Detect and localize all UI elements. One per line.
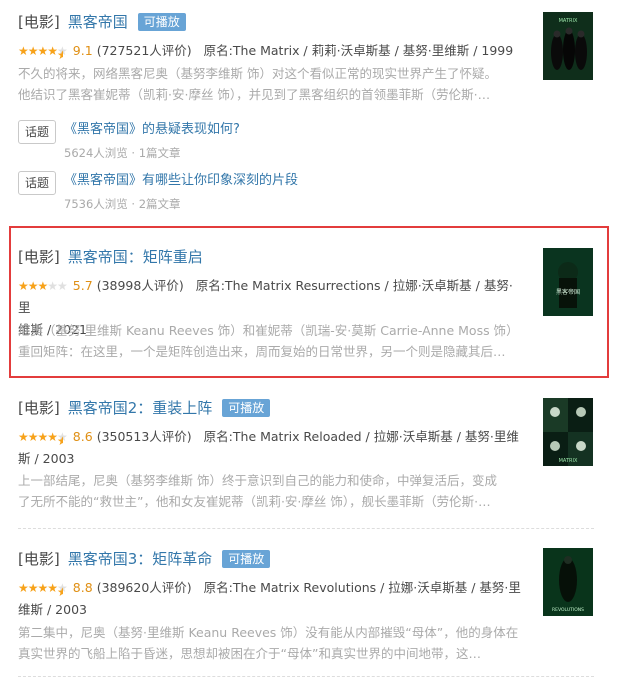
vote-count: (727521人评价) (96, 43, 192, 58)
playable-badge[interactable]: 可播放 (222, 550, 271, 568)
rating-stars: ★★★★★ ★ (18, 430, 68, 448)
movie-title-link[interactable]: 黑客帝国 (68, 13, 128, 31)
rating-score: 9.1 (72, 43, 93, 58)
original-title-info: 原名:The Matrix Reloaded / 拉娜·沃卓斯基 / 基努·里维 (203, 429, 519, 444)
category-label: [电影] (18, 399, 60, 417)
description-line: 尼奥（基努·里维斯 Keanu Reeves 饰）和崔妮蒂（凯瑞-安·莫斯 Ca… (18, 323, 519, 338)
movie-poster[interactable]: 黑客帝国 (543, 248, 593, 316)
vote-count: (389620人评价) (96, 580, 192, 595)
rating-meta: ★★★★★ ★ 9.1 (727521人评价) 原名:The Matrix / 莉莉·沃… (18, 40, 523, 62)
original-title-info-cont: 维斯 / 2003 (18, 602, 87, 617)
description-line: 真实世界的飞船上陷于昏迷，思想却被困在介于“母体”和真实世界的中间地带，这… (18, 646, 481, 661)
rating-meta: ★★★★★ ★ 8.8 (389620人评价) 原名:The Matrix Revolu… (18, 577, 523, 621)
vote-count: (350513人评价) (96, 429, 192, 444)
divider (18, 676, 594, 677)
topic-tag: 话题 (18, 171, 56, 195)
rating-score: 8.6 (72, 429, 93, 444)
topic-title-link[interactable]: 《黑客帝国》的悬疑表现如何? (64, 120, 240, 140)
topic-title-link[interactable]: 《黑客帝国》有哪些让你印象深刻的片段 (64, 171, 298, 191)
rating-stars: ★★★★★ ★ (18, 581, 68, 599)
result-title-line: [电影] 黑客帝国：矩阵重启 (18, 248, 203, 266)
category-label: [电影] (18, 13, 60, 31)
playable-badge[interactable]: 可播放 (137, 13, 186, 31)
description-line: 不久的将来，网络黑客尼奥（基努李维斯 饰）对这个看似正常的现实世界产生了怀疑。 (18, 66, 497, 81)
result-title-line: [电影] 黑客帝国2：重装上阵 可播放 (18, 399, 271, 417)
divider (18, 528, 594, 529)
movie-poster[interactable]: REVOLUTIONS (543, 548, 593, 616)
poster-text: 黑客帝国 (556, 288, 580, 296)
movie-poster[interactable]: MATRIX (543, 398, 593, 466)
rating-score: 8.8 (72, 580, 93, 595)
poster-text: MATRIX (559, 18, 578, 24)
topic-tag: 话题 (18, 120, 56, 144)
movie-description: 不久的将来，网络黑客尼奥（基努李维斯 饰）对这个看似正常的现实世界产生了怀疑。 … (18, 63, 523, 105)
poster-text: MATRIX (559, 458, 578, 464)
rating-meta: ★★★★★ ★ 8.6 (350513人评价) 原名:The Matrix Reload… (18, 426, 523, 470)
rating-stars: ★★★★★ ★ (18, 44, 68, 62)
description-line: 上一部结尾，尼奥（基努李维斯 饰）终于意识到自己的能力和使命，中弹复活后，变成 (18, 473, 497, 488)
rating-stars: ★★★★★ (18, 279, 68, 293)
movie-description: 第二集中，尼奥（基努·里维斯 Keanu Reeves 饰）没有能从内部摧毁“母… (18, 622, 523, 664)
category-label: [电影] (18, 248, 60, 266)
movie-description: 尼奥（基努·里维斯 Keanu Reeves 饰）和崔妮蒂（凯瑞-安·莫斯 Ca… (18, 320, 523, 362)
description-line: 第二集中，尼奥（基努·里维斯 Keanu Reeves 饰）没有能从内部摧毁“母… (18, 625, 519, 640)
rating-score: 5.7 (72, 278, 93, 293)
original-title-info: 原名:The Matrix Revolutions / 拉娜·沃卓斯基 / 基努… (203, 580, 521, 595)
result-title-line: [电影] 黑客帝国3：矩阵革命 可播放 (18, 550, 271, 568)
topic-item-2[interactable]: 话题 《黑客帝国》有哪些让你印象深刻的片段 7536人浏览 · 2篇文章 (18, 171, 518, 211)
original-title-info: 原名:The Matrix / 莉莉·沃卓斯基 / 基努·里维斯 / 1999 (203, 43, 514, 58)
topic-stats: 5624人浏览 · 1篇文章 (64, 146, 181, 160)
poster-text: REVOLUTIONS (552, 607, 584, 613)
movie-title-link[interactable]: 黑客帝国3：矩阵革命 (68, 550, 213, 568)
movie-poster[interactable]: MATRIX (543, 12, 593, 80)
movie-title-link[interactable]: 黑客帝国2：重装上阵 (68, 399, 213, 417)
topic-stats: 7536人浏览 · 2篇文章 (64, 197, 181, 211)
original-title-info-cont: 斯 / 2003 (18, 451, 75, 466)
playable-badge[interactable]: 可播放 (222, 399, 271, 417)
vote-count: (38998人评价) (96, 278, 184, 293)
description-line: 他结识了黑客崔妮蒂（凯莉·安·摩丝 饰），并见到了黑客组织的首领墨菲斯（劳伦斯·… (18, 87, 491, 102)
movie-description: 上一部结尾，尼奥（基努李维斯 饰）终于意识到自己的能力和使命，中弹复活后，变成 … (18, 470, 523, 512)
result-title-line: [电影] 黑客帝国 可播放 (18, 13, 186, 31)
category-label: [电影] (18, 550, 60, 568)
topic-item-1[interactable]: 话题 《黑客帝国》的悬疑表现如何? 5624人浏览 · 1篇文章 (18, 120, 518, 160)
movie-title-link[interactable]: 黑客帝国：矩阵重启 (68, 248, 203, 266)
description-line: 了无所不能的“救世主”，他和女友崔妮蒂（凯莉·安·摩丝 饰），舰长墨菲斯（劳伦斯… (18, 494, 491, 509)
description-line: 重回矩阵：在这里，一个是矩阵创造出来，周而复始的日常世界，另一个则是隐藏其后… (18, 344, 506, 359)
